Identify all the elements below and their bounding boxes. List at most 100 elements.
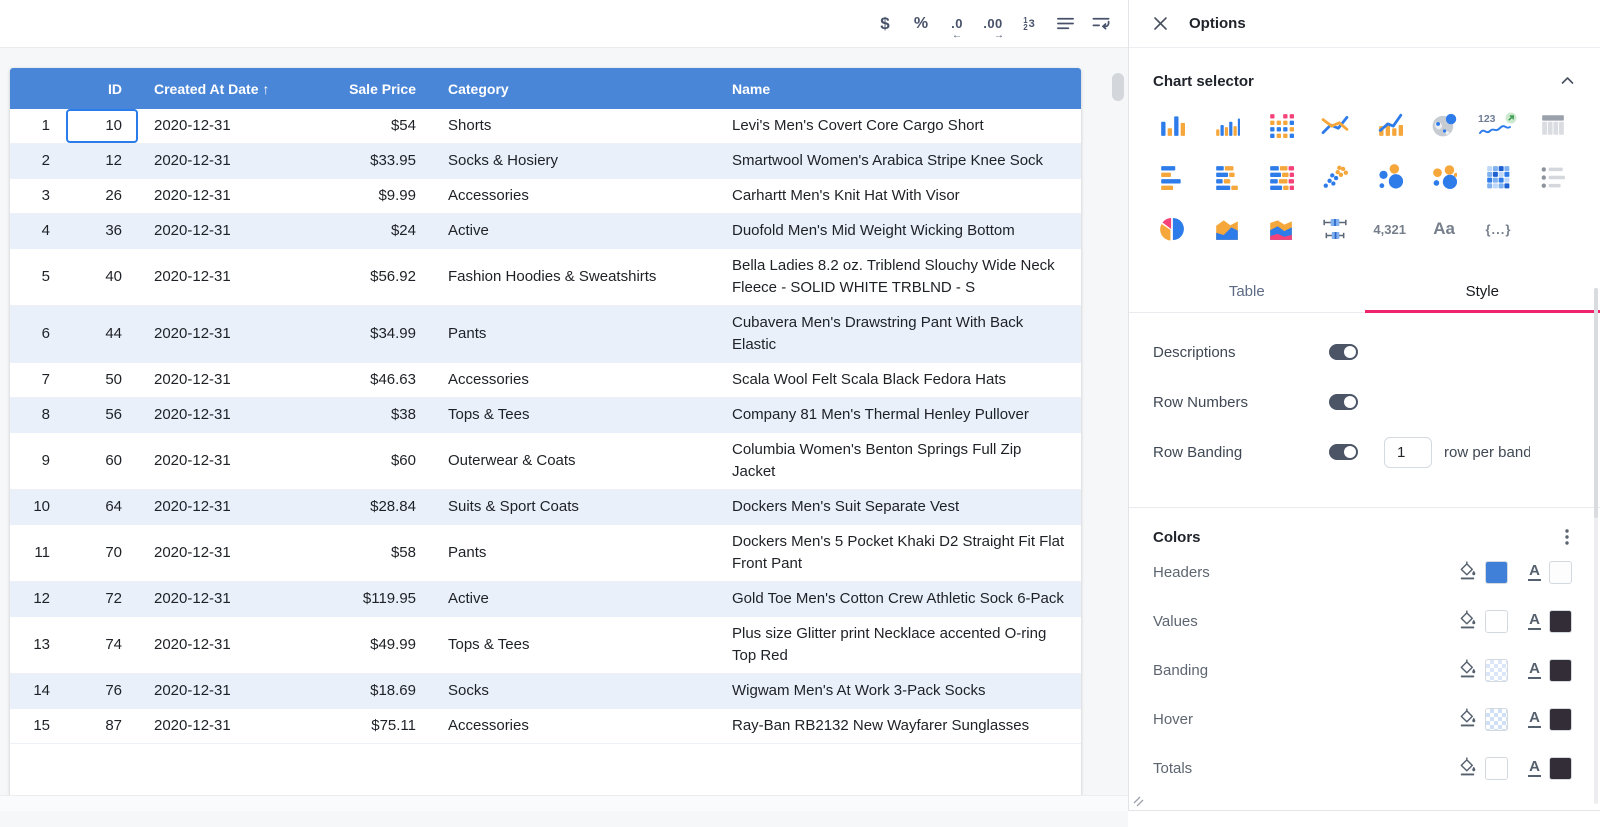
cell-sale-price[interactable]: $46.63: [320, 363, 432, 398]
cell-name[interactable]: Bella Ladies 8.2 oz. Triblend Slouchy Wi…: [716, 249, 1081, 306]
cell-created-at-date[interactable]: 2020-12-31: [138, 179, 320, 214]
cell-sale-price[interactable]: $54: [320, 109, 432, 144]
cell-category[interactable]: Pants: [432, 306, 716, 363]
cell-id[interactable]: 70: [66, 525, 138, 582]
chart-type-bar-chart[interactable]: [1145, 106, 1199, 144]
chart-type-line-chart[interactable]: [1308, 106, 1362, 144]
cell-sale-price[interactable]: $38: [320, 398, 432, 433]
cell-category[interactable]: Tops & Tees: [432, 617, 716, 674]
panel-resize-handle[interactable]: [1133, 795, 1145, 807]
cell-created-at-date[interactable]: 2020-12-31: [138, 709, 320, 744]
tab-style[interactable]: Style: [1365, 270, 1600, 312]
cell-id[interactable]: 60: [66, 433, 138, 490]
chart-type-horizontal-bar-chart[interactable]: [1145, 158, 1199, 196]
cell-created-at-date[interactable]: 2020-12-31: [138, 144, 320, 179]
chart-type-text-element[interactable]: Aa: [1417, 210, 1471, 248]
cell-category[interactable]: Tops & Tees: [432, 398, 716, 433]
cell-created-at-date[interactable]: 2020-12-31: [138, 398, 320, 433]
table-horizontal-scrollbar-track[interactable]: [0, 795, 1128, 811]
cell-sale-price[interactable]: $18.69: [320, 674, 432, 709]
cell-created-at-date[interactable]: 2020-12-31: [138, 674, 320, 709]
cell-name[interactable]: Dockers Men's 5 Pocket Khaki D2 Straight…: [716, 525, 1081, 582]
cell-created-at-date[interactable]: 2020-12-31: [138, 490, 320, 525]
cell-sale-price[interactable]: $9.99: [320, 179, 432, 214]
chart-type-box-plot-chart[interactable]: [1308, 210, 1362, 248]
chart-type-heatmap-chart[interactable]: [1471, 158, 1525, 196]
cell-category[interactable]: Accessories: [432, 179, 716, 214]
cell-sale-price[interactable]: $75.11: [320, 709, 432, 744]
fill-color-button-hover[interactable]: [1458, 707, 1508, 732]
text-color-button-banding[interactable]: A: [1528, 659, 1572, 682]
cell-sale-price[interactable]: $24: [320, 214, 432, 249]
chart-type-grouped-bar-chart[interactable]: [1199, 106, 1253, 144]
cell-name[interactable]: Scala Wool Felt Scala Black Fedora Hats: [716, 363, 1081, 398]
chart-type-stacked-horizontal-bar-3-chart[interactable]: [1254, 158, 1308, 196]
cell-category[interactable]: Outerwear & Coats: [432, 433, 716, 490]
text-color-button-totals[interactable]: A: [1528, 757, 1572, 780]
cell-category[interactable]: Shorts: [432, 109, 716, 144]
cell-name[interactable]: Smartwool Women's Arabica Stripe Knee So…: [716, 144, 1081, 179]
cell-id[interactable]: 44: [66, 306, 138, 363]
chart-type-stacked-area-chart[interactable]: [1254, 210, 1308, 248]
chart-type-pie-chart[interactable]: [1145, 210, 1199, 248]
cell-created-at-date[interactable]: 2020-12-31: [138, 582, 320, 617]
cell-category[interactable]: Socks & Hosiery: [432, 144, 716, 179]
cell-name[interactable]: Plus size Glitter print Necklace accente…: [716, 617, 1081, 674]
cell-created-at-date[interactable]: 2020-12-31: [138, 214, 320, 249]
increase-decimal-icon[interactable]: .00→: [980, 10, 1006, 38]
toggle-row-numbers[interactable]: [1329, 394, 1358, 410]
column-header-id[interactable]: ID: [66, 68, 138, 109]
cell-sale-price[interactable]: $60: [320, 433, 432, 490]
percent-format-icon[interactable]: %: [908, 10, 934, 38]
cell-created-at-date[interactable]: 2020-12-31: [138, 109, 320, 144]
chart-selector-header[interactable]: Chart selector: [1129, 48, 1600, 96]
cell-id[interactable]: 56: [66, 398, 138, 433]
text-color-button-hover[interactable]: A: [1528, 708, 1572, 731]
chart-type-scatter-chart[interactable]: [1308, 158, 1362, 196]
column-header-sale-price[interactable]: Sale Price: [320, 68, 432, 109]
cell-id[interactable]: 36: [66, 214, 138, 249]
panel-scrollbar-thumb[interactable]: [1594, 288, 1598, 518]
chart-type-legend-list[interactable]: [1526, 158, 1580, 196]
cell-id[interactable]: 50: [66, 363, 138, 398]
cell-sale-price[interactable]: $34.99: [320, 306, 432, 363]
cell-sale-price[interactable]: $56.92: [320, 249, 432, 306]
cell-category[interactable]: Active: [432, 214, 716, 249]
cell-id[interactable]: 74: [66, 617, 138, 674]
decrease-decimal-icon[interactable]: .0←: [944, 10, 970, 38]
cell-name[interactable]: Ray-Ban RB2132 New Wayfarer Sunglasses: [716, 709, 1081, 744]
text-align-icon[interactable]: [1052, 10, 1078, 38]
cell-name[interactable]: Carhartt Men's Knit Hat With Visor: [716, 179, 1081, 214]
close-icon[interactable]: [1151, 15, 1169, 33]
cell-sale-price[interactable]: $28.84: [320, 490, 432, 525]
chart-type-number-kpi[interactable]: 4,321: [1363, 210, 1417, 248]
cell-created-at-date[interactable]: 2020-12-31: [138, 617, 320, 674]
cell-created-at-date[interactable]: 2020-12-31: [138, 433, 320, 490]
cell-id[interactable]: 64: [66, 490, 138, 525]
cell-id[interactable]: 72: [66, 582, 138, 617]
fill-color-button-totals[interactable]: [1458, 756, 1508, 781]
cell-category[interactable]: Socks: [432, 674, 716, 709]
cell-created-at-date[interactable]: 2020-12-31: [138, 249, 320, 306]
cell-sale-price[interactable]: $33.95: [320, 144, 432, 179]
number-format-icon[interactable]: 123: [1016, 10, 1042, 38]
chart-type-combo-chart[interactable]: [1363, 106, 1417, 144]
chart-type-bubble-chart-alt[interactable]: [1417, 158, 1471, 196]
chart-type-stacked-column-chart[interactable]: [1254, 106, 1308, 144]
column-header-created-at-date[interactable]: Created At Date ↑: [138, 68, 320, 109]
table-vertical-scrollbar[interactable]: [1112, 73, 1124, 101]
fill-color-button-values[interactable]: [1458, 609, 1508, 634]
cell-id[interactable]: 40: [66, 249, 138, 306]
cell-category[interactable]: Pants: [432, 525, 716, 582]
cell-sale-price[interactable]: $119.95: [320, 582, 432, 617]
toggle-row-banding[interactable]: [1329, 444, 1358, 460]
chevron-up-icon[interactable]: [1561, 72, 1574, 90]
cell-category[interactable]: Suits & Sport Coats: [432, 490, 716, 525]
tab-table[interactable]: Table: [1129, 270, 1365, 312]
fill-color-button-banding[interactable]: [1458, 658, 1508, 683]
cell-name[interactable]: Duofold Men's Mid Weight Wicking Bottom: [716, 214, 1081, 249]
column-header-name[interactable]: Name: [716, 68, 1081, 109]
chart-type-area-chart[interactable]: [1199, 210, 1253, 248]
currency-format-icon[interactable]: $: [872, 10, 898, 38]
chart-type-json-element[interactable]: {...}: [1471, 210, 1525, 248]
